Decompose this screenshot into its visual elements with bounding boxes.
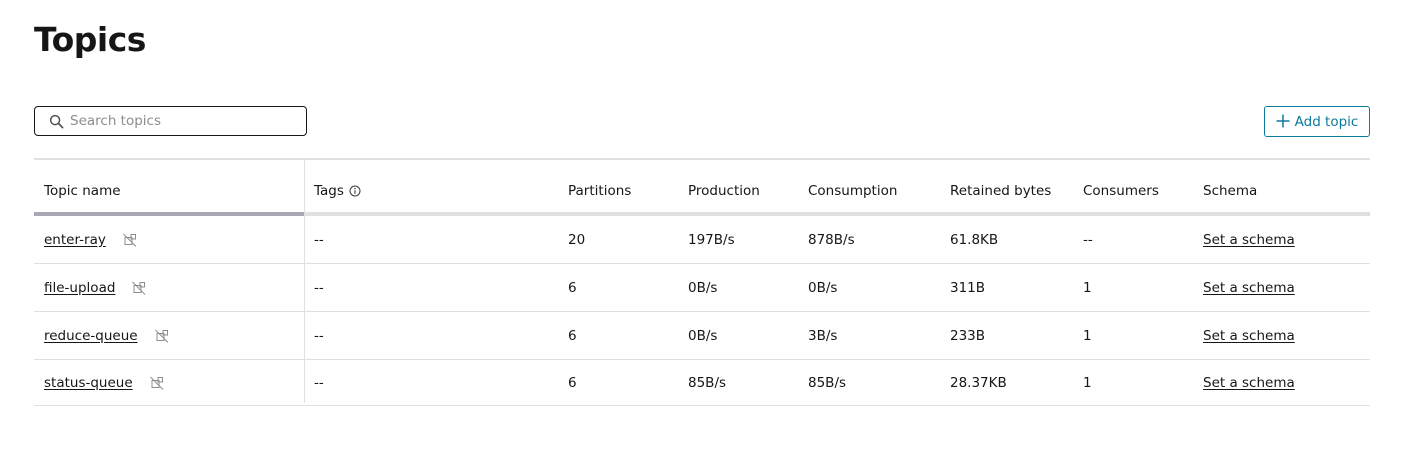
consumption-cell: 878B/s [808,231,855,248]
search-icon [48,113,64,129]
no-schema-icon [131,280,147,296]
consumption-cell: 85B/s [808,374,847,391]
topic-link[interactable]: file-upload [44,280,115,296]
consumers-cell: -- [1083,231,1093,248]
table-row: file-upload -- 6 0B/s 0B/s 311B 1 Set a … [34,264,1370,312]
tags-cell: -- [314,327,324,344]
production-cell: 197B/s [688,231,735,248]
set-schema-link[interactable]: Set a schema [1203,328,1295,344]
column-header-topic-name[interactable]: Topic name [44,160,121,212]
retained-bytes-cell: 61.8KB [950,231,999,248]
column-header-tags-label: Tags [314,183,344,199]
tags-cell: -- [314,374,324,391]
partitions-cell: 6 [568,279,577,296]
retained-bytes-cell: 28.37KB [950,374,1007,391]
partitions-cell: 20 [568,231,586,248]
table-row: status-queue -- 6 85B/s 85B/s 28.37KB 1 … [34,360,1370,406]
search-box[interactable] [34,106,307,136]
retained-bytes-cell: 311B [950,279,986,296]
tags-cell: -- [314,279,324,296]
consumption-cell: 3B/s [808,327,838,344]
consumers-cell: 1 [1083,327,1092,344]
consumers-cell: 1 [1083,374,1092,391]
table-row: reduce-queue -- 6 0B/s 3B/s 233B 1 Set a… [34,312,1370,360]
production-cell: 0B/s [688,327,718,344]
retained-bytes-cell: 233B [950,327,986,344]
info-icon[interactable] [349,185,361,197]
set-schema-link[interactable]: Set a schema [1203,232,1295,248]
column-header-consumption[interactable]: Consumption [808,160,897,212]
plus-icon [1276,111,1290,131]
partitions-cell: 6 [568,374,577,391]
column-header-production[interactable]: Production [688,160,760,212]
production-cell: 0B/s [688,279,718,296]
column-header-schema: Schema [1203,183,1258,199]
search-input[interactable] [70,113,290,129]
column-header-tags: Tags [314,160,361,212]
column-header-partitions[interactable]: Partitions [568,160,631,212]
consumption-cell: 0B/s [808,279,838,296]
set-schema-link[interactable]: Set a schema [1203,375,1295,391]
consumers-cell: 1 [1083,279,1092,296]
topics-table: Topic name Tags Partitions Production Co… [34,158,1370,406]
topic-link[interactable]: enter-ray [44,232,106,248]
tags-cell: -- [314,231,324,248]
topic-link[interactable]: reduce-queue [44,328,138,344]
topic-link[interactable]: status-queue [44,375,133,391]
table-header: Topic name Tags Partitions Production Co… [34,160,1370,216]
table-row: enter-ray -- 20 197B/s 878B/s 61.8KB -- … [34,216,1370,264]
column-header-retained-bytes[interactable]: Retained bytes [950,160,1051,212]
add-topic-label: Add topic [1294,113,1359,130]
production-cell: 85B/s [688,374,727,391]
no-schema-icon [122,232,138,248]
no-schema-icon [154,328,170,344]
column-header-consumers[interactable]: Consumers [1083,160,1159,212]
partitions-cell: 6 [568,327,577,344]
column-divider[interactable] [304,158,305,403]
page-title: Topics [34,20,146,59]
no-schema-icon [149,375,165,391]
add-topic-button[interactable]: Add topic [1264,106,1370,137]
set-schema-link[interactable]: Set a schema [1203,280,1295,296]
